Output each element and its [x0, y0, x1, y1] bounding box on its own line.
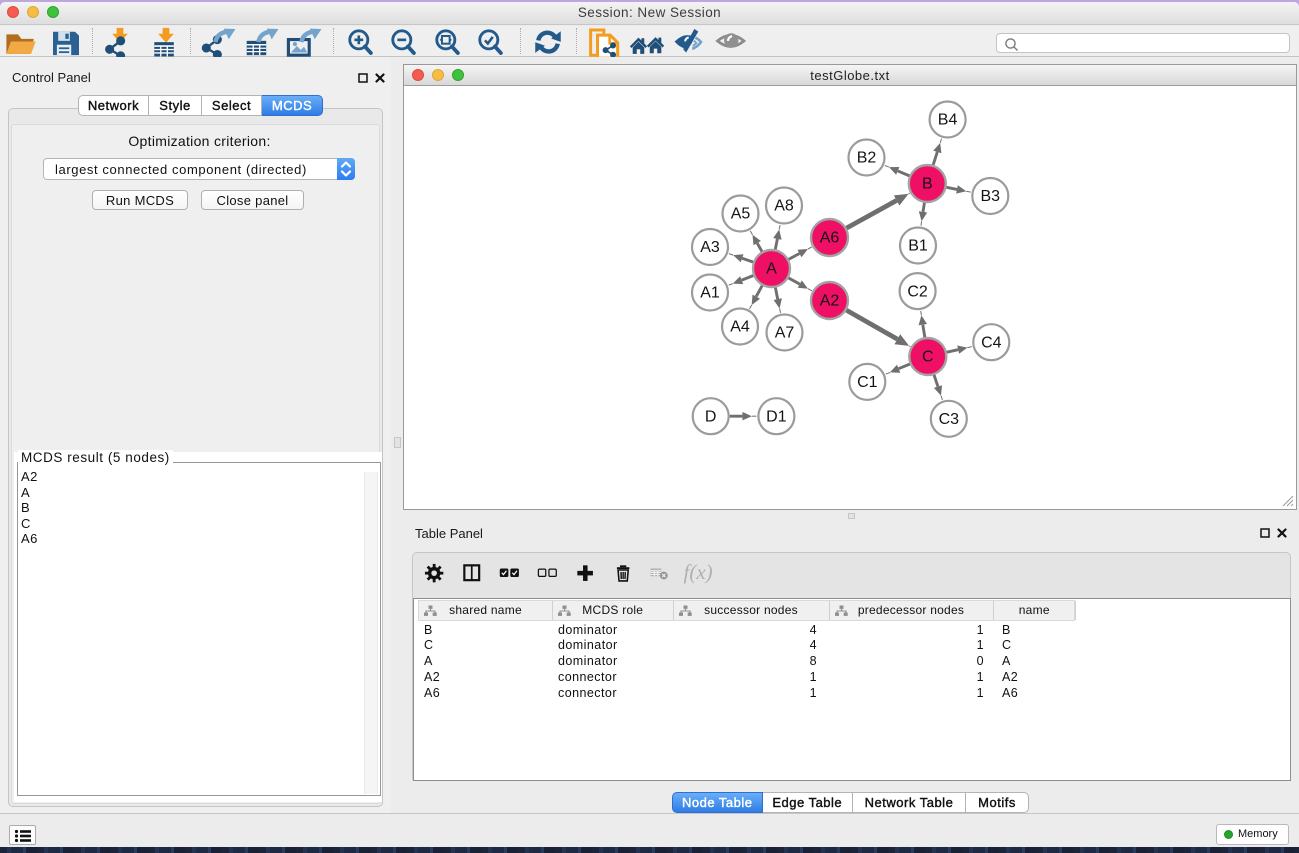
- svg-text:A7: A7: [775, 325, 795, 342]
- svg-text:A2: A2: [820, 293, 840, 310]
- svg-text:C4: C4: [981, 334, 1002, 351]
- svg-text:A8: A8: [774, 198, 794, 215]
- svg-text:A5: A5: [731, 206, 751, 223]
- svg-text:B: B: [922, 176, 933, 193]
- svg-text:B3: B3: [981, 188, 1001, 205]
- svg-text:D: D: [705, 408, 717, 425]
- svg-text:C3: C3: [939, 411, 960, 428]
- svg-text:A1: A1: [700, 285, 720, 302]
- svg-text:A6: A6: [820, 230, 840, 247]
- svg-text:B1: B1: [908, 238, 928, 255]
- svg-text:A4: A4: [730, 319, 750, 336]
- svg-text:B2: B2: [857, 150, 877, 167]
- svg-text:C2: C2: [907, 283, 928, 300]
- svg-text:A: A: [766, 261, 777, 278]
- svg-text:C: C: [922, 349, 934, 366]
- svg-text:C1: C1: [857, 374, 878, 391]
- svg-text:A3: A3: [700, 239, 720, 256]
- svg-text:D1: D1: [766, 408, 787, 425]
- svg-text:B4: B4: [938, 112, 958, 129]
